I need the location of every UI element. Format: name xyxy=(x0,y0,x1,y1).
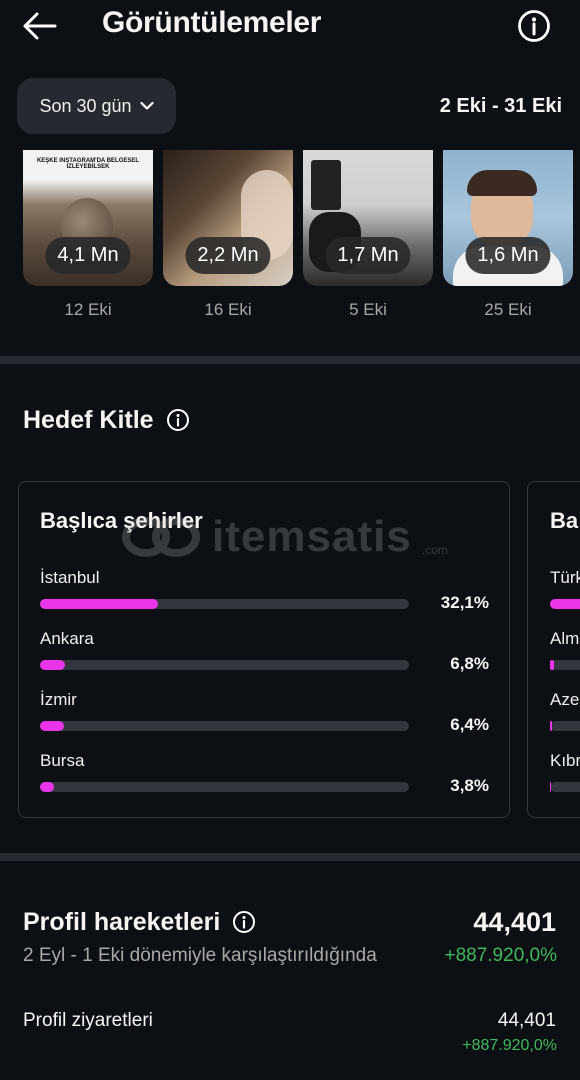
audience-title: Hedef Kitle xyxy=(23,406,154,434)
country-name: Alm xyxy=(550,629,580,648)
city-bar xyxy=(40,721,409,731)
profile-activity-total: 44,401 xyxy=(473,907,556,937)
city-bar xyxy=(40,599,409,609)
reel-thumbnail[interactable]: 1,7 Mn xyxy=(303,150,433,286)
country-bar-fill xyxy=(550,599,580,609)
city-bar-fill xyxy=(40,599,159,609)
thumbnail-caption: KEŞKE INSTAGRAM'DA BELGESEL İZLEYEBİLSEK xyxy=(36,158,140,170)
country-bar xyxy=(550,660,580,670)
country-bar-fill xyxy=(550,721,552,731)
back-button[interactable] xyxy=(18,8,62,44)
country-bar xyxy=(550,782,580,792)
date-range-dropdown[interactable]: Son 30 gün xyxy=(17,78,176,134)
country-name: Kıbr xyxy=(550,751,580,770)
views-badge: 1,6 Mn xyxy=(465,237,551,274)
hair-image xyxy=(467,170,537,196)
device-image xyxy=(311,160,341,210)
reel-date: 25 Eki xyxy=(484,300,532,319)
city-bar-fill xyxy=(40,782,55,792)
profile-activity-title: Profil hareketleri xyxy=(23,908,221,936)
city-percent: 3,8% xyxy=(450,776,489,795)
city-percent: 6,8% xyxy=(450,654,489,673)
reel-thumbnail[interactable]: KEŞKE INSTAGRAM'DA BELGESEL İZLEYEBİLSEK… xyxy=(23,150,153,286)
city-percent: 32,1% xyxy=(440,593,489,612)
profile-activity-change: +887.920,0% xyxy=(444,945,557,966)
city-bar-fill xyxy=(40,721,64,731)
section-divider xyxy=(0,356,580,364)
profile-visits-value: 44,401 xyxy=(497,1010,556,1031)
country-name: Türk xyxy=(550,568,580,587)
views-badge: 2,2 Mn xyxy=(185,237,271,274)
info-icon xyxy=(518,10,550,42)
country-bar xyxy=(550,721,580,731)
profile-visits-change: +887.920,0% xyxy=(462,1037,557,1054)
comparison-text: 2 Eyl - 1 Eki dönemiyle karşılaştırıldığ… xyxy=(23,945,377,966)
info-icon xyxy=(167,409,189,431)
city-percent: 6,4% xyxy=(450,715,489,734)
city-bar-fill xyxy=(40,660,66,670)
reel-thumbnail[interactable]: 1,6 Mn xyxy=(443,150,573,286)
chevron-down-icon xyxy=(139,101,154,110)
views-badge: 1,7 Mn xyxy=(325,237,411,274)
reel-date: 16 Eki xyxy=(204,300,252,319)
info-button[interactable] xyxy=(514,6,554,46)
info-icon xyxy=(233,911,255,933)
city-name: Ankara xyxy=(40,629,94,648)
page-title: Görüntülemeler xyxy=(102,6,322,39)
city-name: İstanbul xyxy=(40,568,100,587)
reel-date: 5 Eki xyxy=(349,300,387,319)
top-cities-card[interactable]: Başlıca şehirler İstanbul 32,1% Ankara 6… xyxy=(18,481,510,818)
range-label: Son 30 gün xyxy=(39,95,132,116)
city-name: Bursa xyxy=(40,751,85,770)
city-name: İzmir xyxy=(40,690,77,709)
country-bar-fill xyxy=(550,782,551,792)
top-countries-card[interactable]: Ba Türk Alm Aze Kıbr xyxy=(527,481,580,818)
profile-visits-label: Profil ziyaretleri xyxy=(23,1010,153,1031)
section-divider xyxy=(0,853,580,861)
country-bar xyxy=(550,599,580,609)
city-bar xyxy=(40,782,409,792)
profile-activity-info-button[interactable] xyxy=(232,910,256,934)
audience-info-button[interactable] xyxy=(166,408,190,432)
country-bar-fill xyxy=(550,660,554,670)
reel-date: 12 Eki xyxy=(64,300,112,319)
arrow-left-icon xyxy=(23,12,57,40)
top-cities-title: Başlıca şehirler xyxy=(40,508,203,533)
date-range-text: 2 Eki - 31 Eki xyxy=(439,95,562,117)
city-bar xyxy=(40,660,409,670)
views-badge: 4,1 Mn xyxy=(45,237,131,274)
country-name: Aze xyxy=(550,690,580,709)
top-countries-title: Ba xyxy=(550,508,579,533)
reel-thumbnail[interactable]: 2,2 Mn xyxy=(163,150,293,286)
